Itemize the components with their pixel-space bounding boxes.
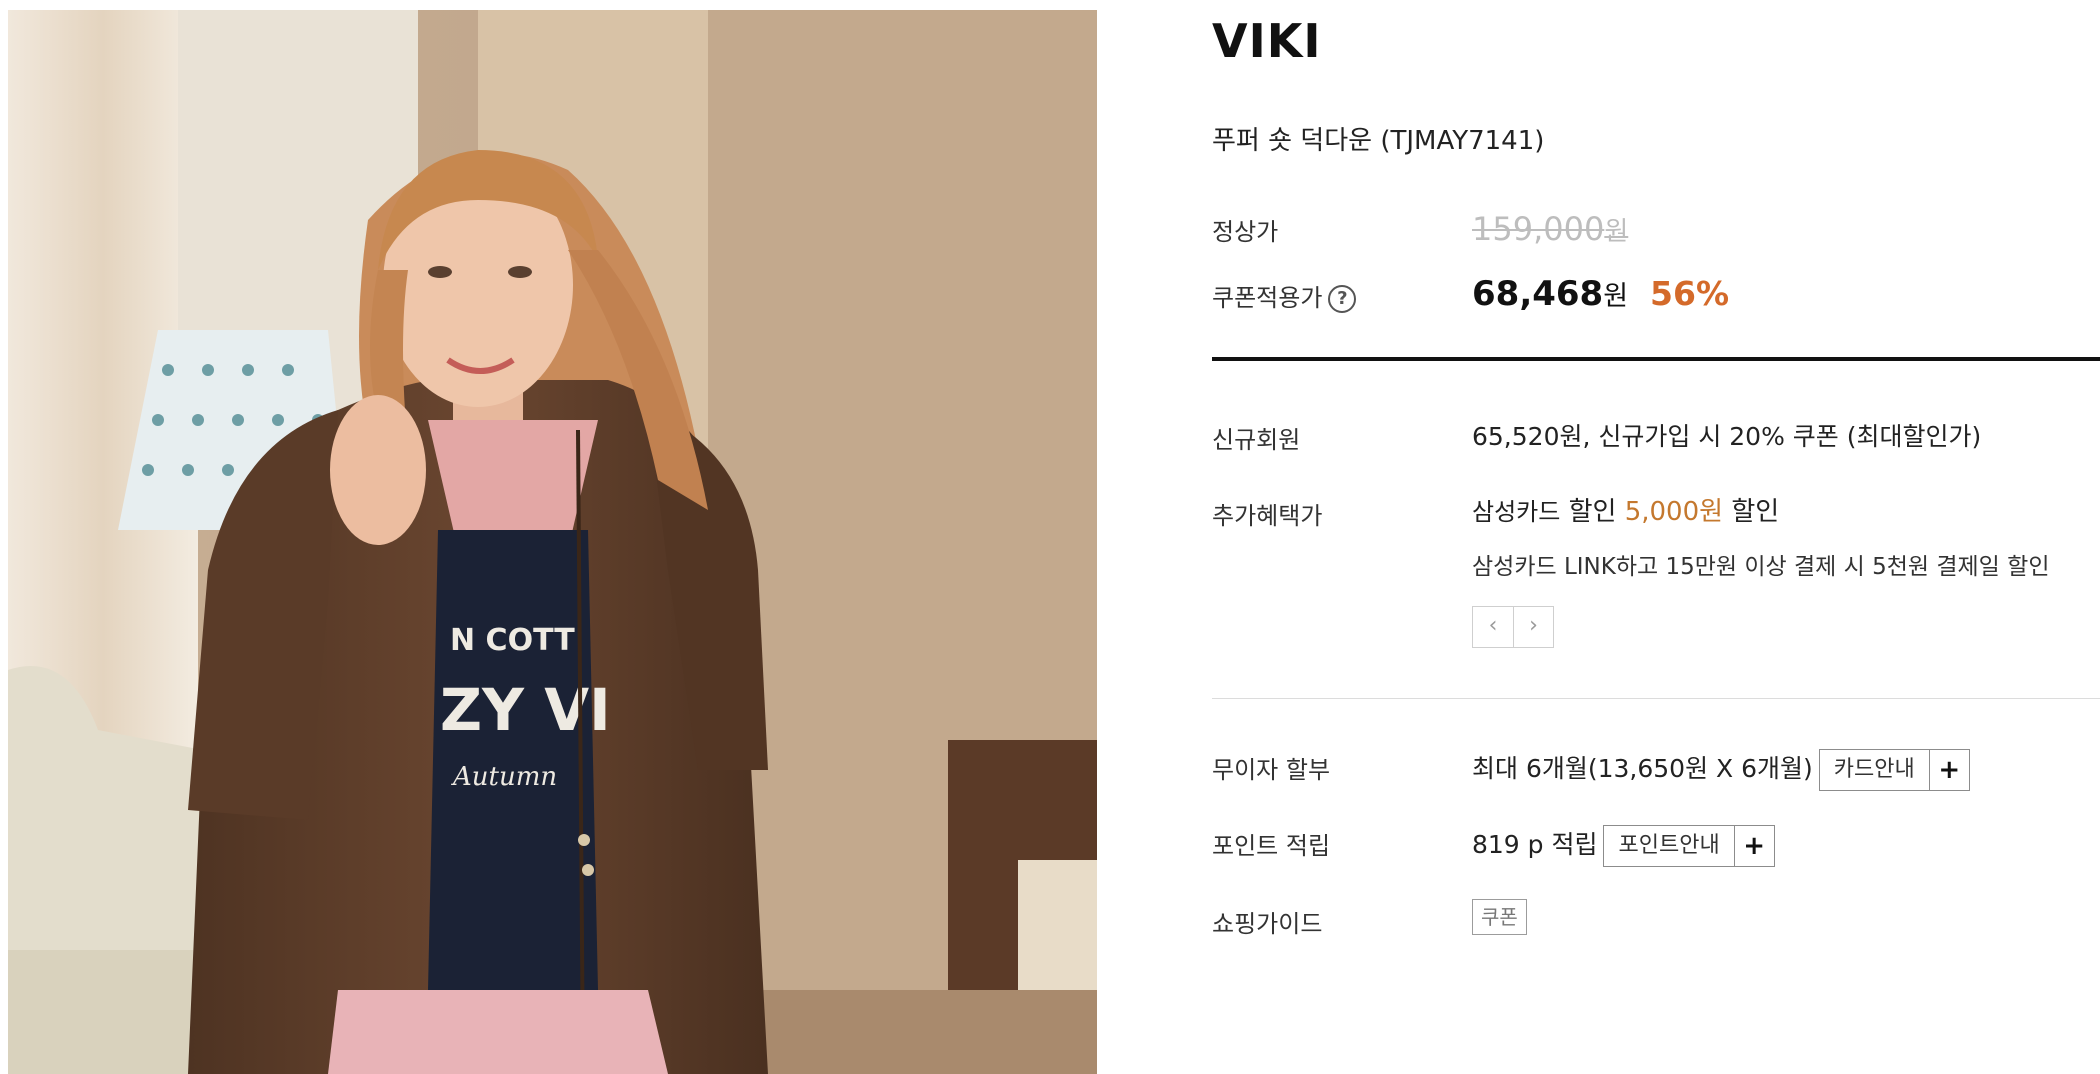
installment-label: 무이자 할부 — [1212, 756, 1331, 784]
sweater-print-1: N COTT — [450, 623, 575, 658]
points-row: 819 p 적립 포인트안내 + — [1472, 825, 1775, 867]
plus-icon[interactable]: + — [1733, 826, 1774, 866]
product-photo: N COTT ZY VI Autumn — [8, 10, 1097, 1074]
coupon-tag[interactable]: 쿠폰 — [1472, 899, 1527, 935]
help-icon[interactable]: ? — [1328, 285, 1357, 313]
plus-icon[interactable]: + — [1928, 750, 1969, 790]
card-info-label: 카드안내 — [1833, 757, 1915, 782]
benefit-divider — [1212, 698, 2100, 699]
points-label: 포인트 적립 — [1212, 832, 1331, 860]
benefit-pager: ‹ › — [1472, 606, 1554, 648]
regular-price: 159,000원 — [1472, 210, 1628, 248]
regular-price-unit: 원 — [1604, 217, 1629, 247]
new-member-label: 신규회원 — [1212, 426, 1301, 454]
regular-price-label: 정상가 — [1212, 218, 1279, 246]
product-info-panel: VIKI 푸퍼 숏 덕다운 (TJMAY7141) 정상가 159,000원 쿠… — [1212, 0, 2100, 1074]
product-photo-illustration: N COTT ZY VI Autumn — [8, 10, 1097, 1074]
coupon-price-unit: 원 — [1603, 281, 1629, 312]
installment-text: 최대 6개월(13,650원 X 6개월) — [1472, 754, 1813, 783]
sweater-print-3: Autumn — [451, 762, 557, 792]
sweater-print-2: ZY VI — [440, 676, 611, 744]
card-info-button[interactable]: 카드안내 + — [1818, 749, 1970, 791]
brand-name[interactable]: VIKI — [1212, 14, 1321, 68]
benefit-amount: 5,000원 — [1624, 497, 1724, 527]
benefit-card-name: 삼성카드 — [1472, 498, 1561, 526]
coupon-price-label-row: 쿠폰적용가? — [1212, 278, 1357, 313]
extra-benefit-main: 삼성카드 할인 5,000원 할인 — [1472, 491, 1779, 528]
discount-rate: 56% — [1650, 274, 1730, 313]
point-info-label: 포인트안내 — [1618, 833, 1720, 858]
point-info-button[interactable]: 포인트안내 + — [1603, 825, 1775, 867]
installment-row: 최대 6개월(13,650원 X 6개월) 카드안내 + — [1472, 749, 1970, 791]
regular-price-amount: 159,000 — [1472, 210, 1605, 248]
new-member-text: 65,520원, 신규가입 시 20% 쿠폰 (최대할인가) — [1472, 422, 1982, 451]
coupon-price-amount: 68,468 — [1472, 274, 1604, 314]
extra-benefit-label: 추가혜택가 — [1212, 502, 1323, 530]
benefit-suffix: 할인 — [1731, 497, 1780, 527]
price-divider — [1212, 357, 2100, 361]
shopping-guide-label: 쇼핑가이드 — [1212, 910, 1323, 938]
coupon-price: 68,468원 56% — [1472, 274, 1729, 314]
benefit-discount-word: 할인 — [1568, 497, 1617, 527]
coupon-price-label: 쿠폰적용가 — [1212, 284, 1323, 312]
chevron-left-icon[interactable]: ‹ — [1473, 607, 1513, 647]
product-name: 푸퍼 숏 덕다운 (TJMAY7141) — [1212, 126, 1545, 156]
benefit-description: 삼성카드 LINK하고 15만원 이상 결제 시 5천원 결제일 할인 — [1472, 554, 2050, 580]
chevron-right-icon[interactable]: › — [1513, 607, 1553, 647]
points-text: 819 p 적립 — [1472, 830, 1598, 859]
